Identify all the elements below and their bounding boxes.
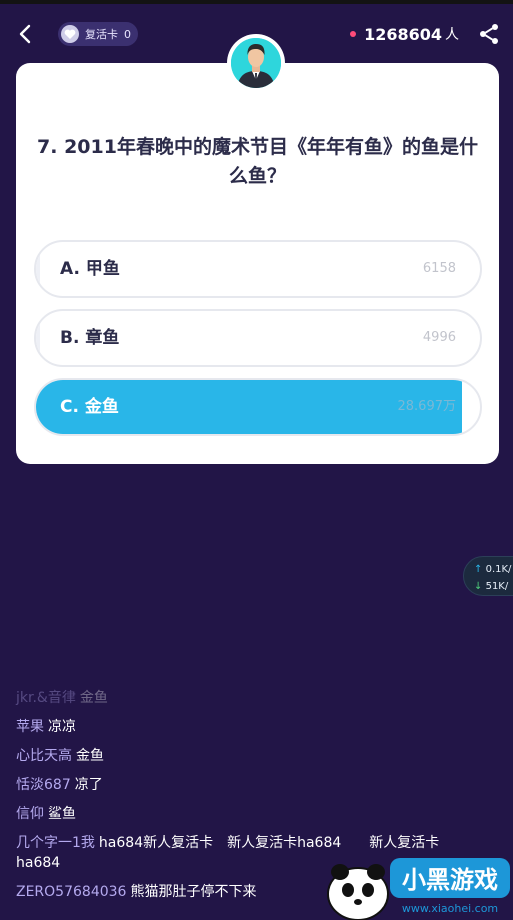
revive-card-count: 0	[124, 27, 131, 41]
chat-user: ZERO57684036	[16, 884, 127, 900]
chat-text: 凉了	[74, 777, 103, 793]
host-person-icon	[231, 38, 281, 88]
site-watermark-logo: 小黑游戏 www.xiaohei.com	[327, 858, 510, 920]
chat-user: 心比天高	[16, 748, 72, 764]
chat-message: 心比天高 金鱼	[16, 746, 456, 766]
chat-text: 凉凉	[48, 719, 76, 735]
back-arrow-icon[interactable]	[14, 22, 38, 46]
live-dot-icon	[350, 31, 357, 37]
upload-speed: 0.1K/	[485, 564, 512, 575]
chat-user: 恬淡687	[16, 777, 71, 793]
question-text: 7. 2011年春晚中的魔术节目《年年有鱼》的鱼是什么鱼？	[37, 136, 478, 187]
option-a-vote-bar	[36, 242, 41, 296]
host-avatar	[227, 34, 285, 92]
viewer-count: 1268604	[364, 24, 442, 44]
chat-text: 金鱼	[76, 748, 104, 764]
network-speed-widget[interactable]: ↑ 0.1K/ ↓ 51K/	[463, 556, 513, 596]
chat-message: jkr.&音律 金鱼	[16, 688, 456, 708]
viewer-unit: 人	[445, 27, 459, 43]
watermark-brand: 小黑游戏	[402, 866, 498, 894]
heart-icon	[61, 25, 79, 43]
chat-text: 熊猫那肚子停不下来	[130, 884, 257, 900]
option-a-count: 6158	[422, 261, 456, 276]
chat-text: 金鱼	[79, 690, 108, 706]
option-b-label: B. 章鱼	[60, 328, 120, 348]
option-c[interactable]: C. 金鱼 28.697万	[34, 378, 482, 436]
chat-user: jkr.&音律	[16, 690, 76, 706]
revive-card-label: 复活卡	[85, 28, 118, 41]
option-c-count: 28.697万	[397, 399, 457, 414]
revive-card-badge[interactable]: 复活卡 0	[58, 22, 138, 46]
download-speed: 51K/	[485, 581, 509, 592]
download-arrow-icon: ↓	[474, 581, 483, 592]
chat-user: 信仰	[16, 806, 44, 822]
option-c-label: C. 金鱼	[60, 397, 119, 417]
upload-arrow-icon: ↑	[474, 564, 483, 575]
chat-message: 苹果 凉凉	[16, 717, 456, 737]
option-a-label: A. 甲鱼	[60, 259, 120, 279]
chat-text: 鲨鱼	[48, 806, 76, 822]
chat-user: 几个字一1我	[16, 835, 95, 851]
viewer-counter: 1268604 人	[350, 24, 459, 44]
watermark-url: www.xiaohei.com	[402, 902, 498, 915]
option-b[interactable]: B. 章鱼 4996	[34, 309, 482, 367]
option-a[interactable]: A. 甲鱼 6158	[34, 240, 482, 298]
status-bar-strip	[0, 0, 513, 4]
chat-user: 苹果	[16, 719, 44, 735]
option-b-count: 4996	[422, 330, 456, 345]
chat-message: 恬淡687 凉了	[16, 775, 456, 795]
chat-message: 信仰 鲨鱼	[16, 804, 456, 824]
share-icon[interactable]	[477, 22, 501, 46]
question-card: 7. 2011年春晚中的魔术节目《年年有鱼》的鱼是什么鱼？ A. 甲鱼 6158…	[16, 63, 499, 464]
option-b-vote-bar	[36, 311, 41, 365]
